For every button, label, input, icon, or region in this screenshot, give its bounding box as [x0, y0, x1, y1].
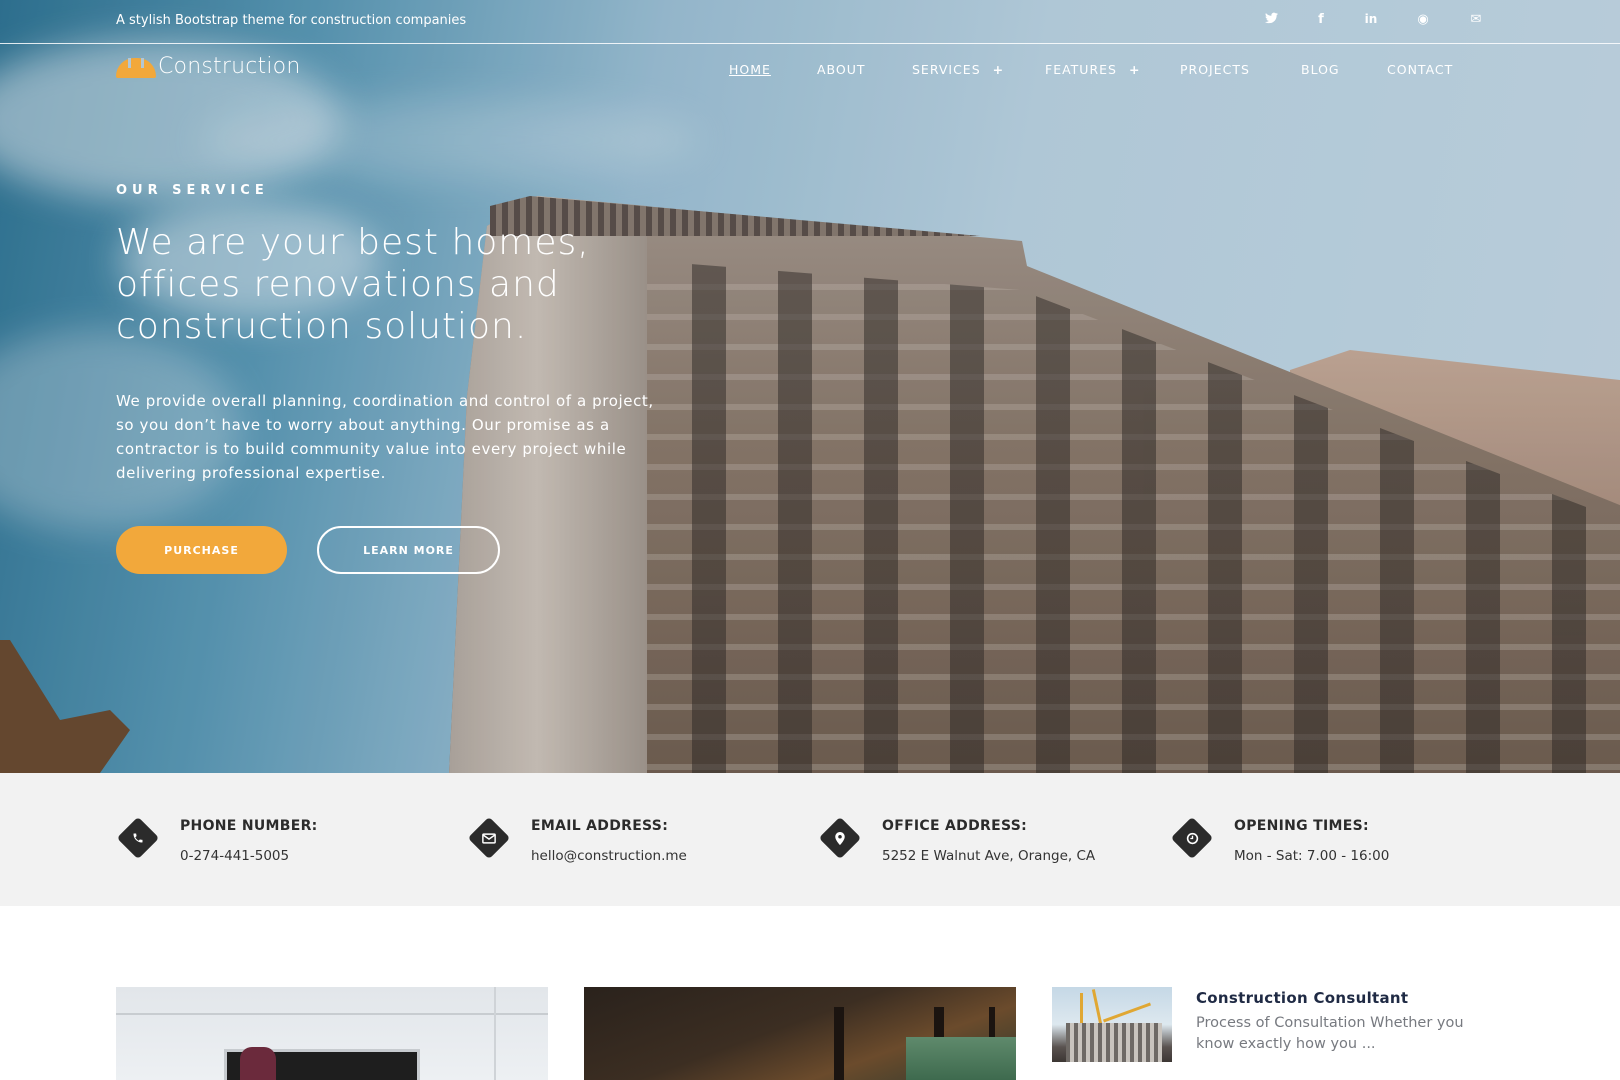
- office-address: 5252 E Walnut Ave, Orange, CA: [882, 848, 1096, 864]
- hero-description: We provide overall planning, coordinatio…: [116, 392, 654, 482]
- contact-info-band: PHONE NUMBER: 0-274-441-5005 EMAIL ADDRE…: [0, 773, 1620, 906]
- service-card-image-2[interactable]: [584, 987, 1016, 1080]
- info-office: OFFICE ADDRESS: 5252 E Walnut Ave, Orang…: [816, 816, 1156, 872]
- info-hours: OPENING TIMES: Mon - Sat: 7.00 - 16:00: [1168, 816, 1508, 872]
- nav-home[interactable]: HOME: [729, 62, 771, 77]
- info-email: EMAIL ADDRESS: hello@construction.me: [465, 816, 805, 872]
- brand-name: Construction: [158, 54, 301, 79]
- plus-icon: +: [992, 62, 1005, 77]
- info-label: PHONE NUMBER:: [180, 818, 318, 834]
- twitter-icon[interactable]: [1262, 12, 1280, 28]
- phone-icon: [116, 816, 160, 860]
- nav-contact[interactable]: CONTACT: [1387, 62, 1453, 77]
- dribbble-icon[interactable]: ◉: [1414, 12, 1432, 27]
- map-pin-icon: [818, 816, 862, 860]
- hero-headline: We are your best homes, offices renovati…: [116, 222, 590, 347]
- service-excerpt: Process of Consultation Whether you know…: [1196, 1015, 1464, 1052]
- hero-section: [0, 0, 1620, 773]
- hard-hat-icon: [116, 56, 156, 78]
- hero-overlay: [0, 0, 1620, 773]
- email-address[interactable]: hello@construction.me: [531, 848, 687, 864]
- tagline: A stylish Bootstrap theme for constructi…: [116, 13, 467, 28]
- info-label: OPENING TIMES:: [1234, 818, 1369, 834]
- construction-consultant-thumbnail[interactable]: [1052, 987, 1172, 1062]
- brand-logo[interactable]: Construction: [116, 54, 300, 79]
- nav-features[interactable]: FEATURES +: [1045, 62, 1140, 77]
- purchase-button[interactable]: PURCHASE: [116, 526, 287, 574]
- linkedin-icon[interactable]: in: [1362, 12, 1380, 26]
- opening-times: Mon - Sat: 7.00 - 16:00: [1234, 848, 1390, 864]
- email-icon[interactable]: ✉: [1467, 12, 1485, 27]
- nav-blog[interactable]: BLOG: [1301, 62, 1340, 77]
- info-phone: PHONE NUMBER: 0-274-441-5005: [114, 816, 454, 872]
- service-card-image-1[interactable]: [116, 987, 548, 1080]
- clock-icon: [1170, 816, 1214, 860]
- learn-more-button[interactable]: LEARN MORE: [317, 526, 500, 574]
- hero-eyebrow: OUR SERVICE: [116, 183, 269, 198]
- facebook-icon[interactable]: f: [1312, 12, 1330, 27]
- nav-projects[interactable]: PROJECTS: [1180, 62, 1250, 77]
- top-bar: A stylish Bootstrap theme for constructi…: [0, 0, 1620, 44]
- envelope-icon: [467, 816, 511, 860]
- service-title[interactable]: Construction Consultant: [1196, 989, 1408, 1007]
- nav-about[interactable]: ABOUT: [817, 62, 866, 77]
- info-label: EMAIL ADDRESS:: [531, 818, 669, 834]
- phone-number[interactable]: 0-274-441-5005: [180, 848, 289, 864]
- plus-icon: +: [1128, 62, 1141, 77]
- info-label: OFFICE ADDRESS:: [882, 818, 1028, 834]
- nav-services[interactable]: SERVICES +: [912, 62, 1004, 77]
